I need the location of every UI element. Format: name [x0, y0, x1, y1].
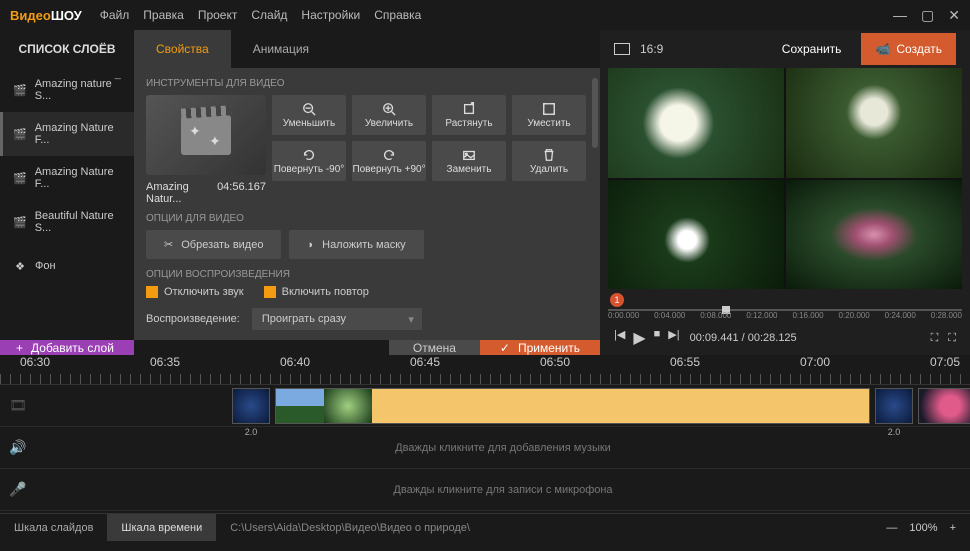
minimize-icon[interactable]: — — [893, 7, 907, 24]
tab-animation[interactable]: Анимация — [231, 30, 331, 68]
menubar: ВидеоШОУ Файл Правка Проект Слайд Настро… — [0, 0, 970, 30]
layers-list: 🎬Amazing nature ¯ S... 🎬Amazing Nature F… — [0, 68, 134, 340]
menu-help[interactable]: Справка — [374, 8, 421, 22]
camera-icon: 📹 — [875, 42, 890, 56]
zoom-out-icon[interactable]: — — [886, 522, 897, 534]
delete-button[interactable]: Удалить — [512, 141, 586, 181]
music-track[interactable]: Дважды кликните для добавления музыки — [36, 427, 970, 469]
zoom-in-icon[interactable]: + — [950, 522, 956, 534]
close-icon[interactable]: ✕ — [948, 7, 960, 24]
replace-button[interactable]: Заменить — [432, 141, 506, 181]
layer-item[interactable]: 🎬Amazing Nature F... — [0, 112, 134, 156]
zoom-level: 100% — [909, 522, 937, 534]
plus-icon: + — [16, 341, 23, 355]
scissors-icon: ✂ — [164, 238, 173, 251]
zoom-in-button[interactable]: Увеличить — [352, 95, 426, 135]
menu-settings[interactable]: Настройки — [301, 8, 360, 22]
clapper-icon: 🎬 — [13, 216, 27, 228]
save-button[interactable]: Сохранить — [768, 34, 856, 64]
clapper-icon: 🎬 — [13, 172, 27, 184]
tab-properties[interactable]: Свойства — [134, 30, 231, 68]
clapper-icon: 🎬 — [13, 84, 27, 96]
prev-button[interactable]: |◀ — [614, 328, 625, 348]
rotate-cw-button[interactable]: Повернуть +90° — [352, 141, 426, 181]
playhead-marker[interactable]: 1 — [610, 293, 624, 307]
apply-button[interactable]: ✓Применить — [480, 340, 600, 355]
check-icon: ✓ — [500, 341, 510, 355]
maximize-icon[interactable]: ▢ — [921, 7, 934, 24]
properties-panel: ИНСТРУМЕНТЫ ДЛЯ ВИДЕО ✦✦ Amazing Natur..… — [134, 68, 600, 340]
video-clip[interactable] — [275, 388, 870, 424]
clip-name: Amazing Natur... — [146, 181, 217, 205]
playback-select[interactable]: Проиграть сразу — [252, 308, 422, 330]
menu-file[interactable]: Файл — [100, 8, 130, 22]
statusbar: Шкала слайдов Шкала времени C:\Users\Aid… — [0, 513, 970, 541]
preview-viewport[interactable] — [608, 68, 962, 289]
transition-clip[interactable]: 2.0 — [875, 388, 913, 424]
aspect-ratio: 16:9 — [640, 42, 663, 56]
fit-button[interactable]: Уместить — [512, 95, 586, 135]
options-section-label: ОПЦИИ ДЛЯ ВИДЕО — [146, 213, 588, 224]
stretch-button[interactable]: Растянуть — [432, 95, 506, 135]
menu-slide[interactable]: Слайд — [251, 8, 287, 22]
rotate-ccw-button[interactable]: Повернуть -90° — [272, 141, 346, 181]
add-layer-button[interactable]: +Добавить слой — [0, 340, 134, 355]
layers-icon: ❖ — [13, 260, 27, 272]
playback-section-label: ОПЦИИ ВОСПРОИЗВЕДЕНИЯ — [146, 269, 588, 280]
menu-project[interactable]: Проект — [198, 8, 238, 22]
scrollbar[interactable] — [592, 78, 598, 148]
audio-track-icon: 🔊 — [0, 427, 36, 469]
clip-duration: 04:56.167 — [217, 181, 266, 205]
mic-track[interactable]: Дважды кликните для записи с микрофона — [36, 469, 970, 511]
timeline-ruler[interactable]: 06:30 06:35 06:40 06:45 06:50 06:55 07:0… — [0, 355, 970, 385]
time-display: 00:09.441 / 00:28.125 — [690, 332, 797, 344]
video-clip[interactable] — [918, 388, 970, 424]
layer-item[interactable]: ❖Фон — [0, 244, 134, 288]
stop-button[interactable]: ■ — [654, 328, 661, 348]
project-path: C:\Users\Aida\Desktop\Видео\Видео о прир… — [216, 522, 484, 534]
aspect-icon — [614, 43, 630, 55]
tab-time-scale[interactable]: Шкала времени — [107, 514, 216, 541]
transition-clip[interactable]: 2.0 — [232, 388, 270, 424]
menu-edit[interactable]: Правка — [143, 8, 184, 22]
play-button[interactable]: ▶ — [633, 328, 645, 348]
loop-checkbox[interactable]: Включить повтор — [264, 286, 369, 298]
tab-slides-scale[interactable]: Шкала слайдов — [0, 514, 107, 541]
mic-track-icon: 🎤 — [0, 469, 36, 511]
snapshot-icon[interactable]: ⛶ — [931, 332, 939, 345]
mute-checkbox[interactable]: Отключить звук — [146, 286, 244, 298]
video-track-icon: 🎞 — [0, 385, 36, 427]
app-logo: ВидеоШОУ — [10, 8, 82, 23]
apply-mask-button[interactable]: ◗Наложить маску — [289, 230, 423, 259]
crop-video-button[interactable]: ✂Обрезать видео — [146, 230, 281, 259]
layer-item[interactable]: 🎬Beautiful Nature S... — [0, 200, 134, 244]
cancel-button[interactable]: Отмена — [389, 340, 480, 355]
clapper-icon: 🎬 — [13, 128, 27, 140]
clip-thumbnail[interactable]: ✦✦ — [146, 95, 266, 175]
playback-label: Воспроизведение: — [146, 313, 240, 325]
layers-title: СПИСОК СЛОЁВ — [0, 42, 134, 56]
zoom-out-button[interactable]: Уменьшить — [272, 95, 346, 135]
fullscreen-icon[interactable]: ⛶ — [948, 332, 956, 345]
timeline: 06:30 06:35 06:40 06:45 06:50 06:55 07:0… — [0, 355, 970, 513]
tools-section-label: ИНСТРУМЕНТЫ ДЛЯ ВИДЕО — [146, 78, 588, 89]
layer-item[interactable]: 🎬Amazing Nature F... — [0, 156, 134, 200]
mask-icon: ◗ — [307, 239, 314, 251]
next-button[interactable]: ▶| — [668, 328, 679, 348]
layer-item[interactable]: 🎬Amazing nature ¯ S... — [0, 68, 134, 112]
video-track[interactable]: 2.0 2.0 — [36, 385, 970, 427]
preview-ruler[interactable]: 1 0:00.0000:04.0000:08.0000:12.0000:16.0… — [608, 293, 962, 321]
create-button[interactable]: 📹Создать — [861, 33, 956, 65]
